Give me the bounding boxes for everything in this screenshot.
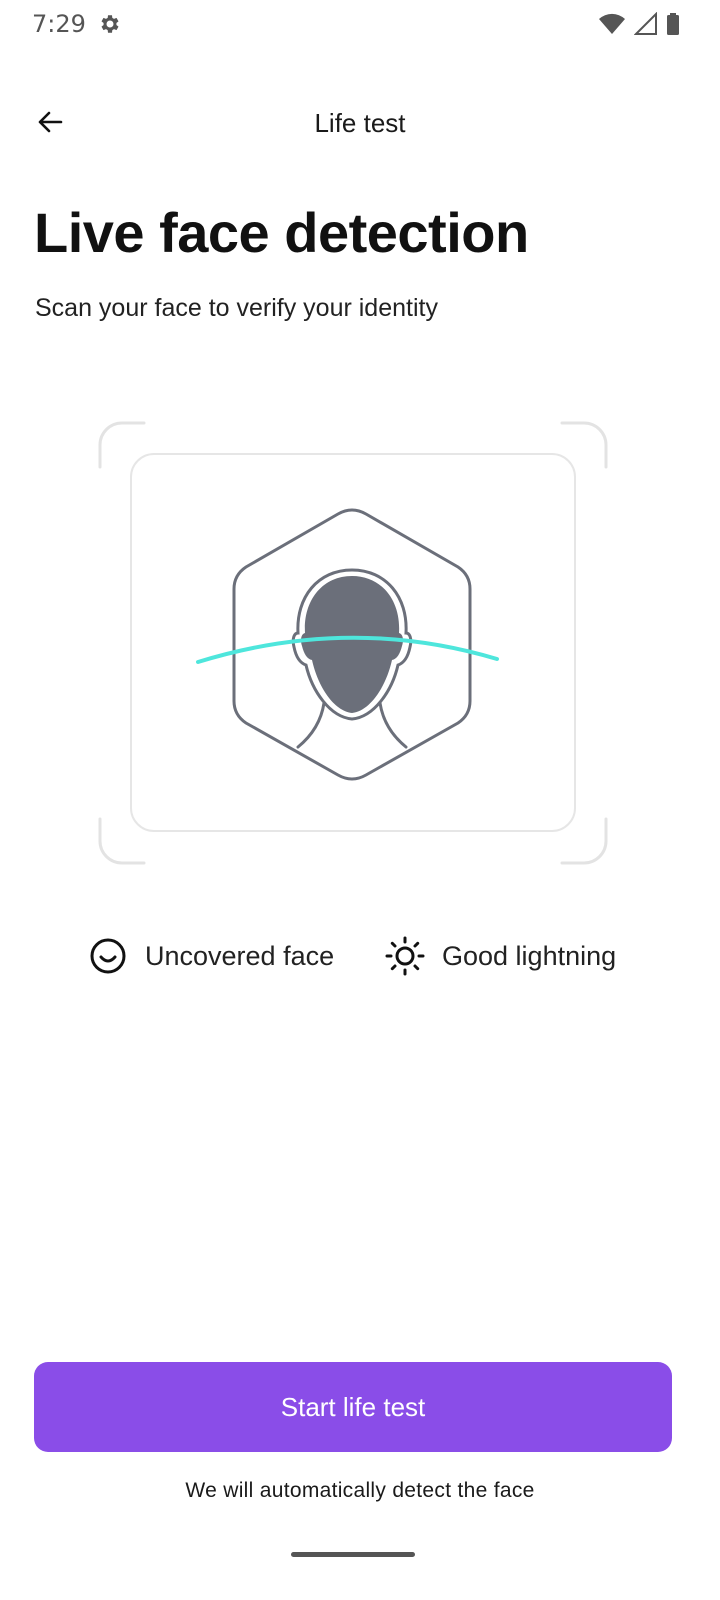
gear-icon [98, 12, 122, 36]
page-title: Life test [314, 108, 406, 138]
wifi-icon [598, 12, 626, 41]
subheadline: Scan your face to verify your identity [35, 294, 438, 322]
face-scan-icon [196, 508, 499, 781]
battery-icon [666, 12, 680, 41]
status-time: 7:29 [32, 10, 86, 38]
tip-good-lighting: Good lightning [385, 930, 616, 982]
smile-icon [88, 936, 128, 976]
tip-label: Uncovered face [145, 940, 335, 971]
sun-icon [385, 936, 425, 976]
tips: Uncovered face Good lightning [0, 930, 720, 986]
signal-icon [633, 11, 658, 41]
start-life-test-button[interactable]: Start life test [34, 1362, 672, 1452]
helper-text: We will automatically detect the face [185, 1479, 535, 1502]
headline: Live face detection [34, 201, 529, 264]
tip-label: Good lightning [442, 940, 617, 971]
home-indicator[interactable] [291, 1552, 415, 1557]
tip-uncovered-face: Uncovered face [88, 930, 334, 982]
app-bar: Life test [0, 92, 720, 156]
status-bar: 7:29 [0, 0, 720, 50]
